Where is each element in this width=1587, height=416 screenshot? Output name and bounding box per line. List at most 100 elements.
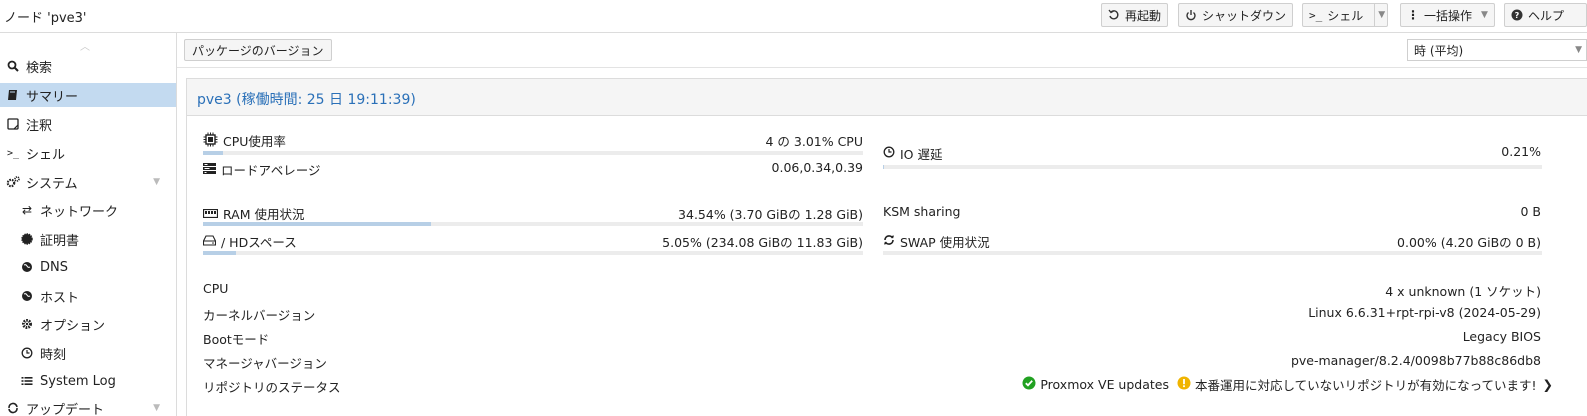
cpu-info-label: CPU [203, 281, 229, 296]
content-toolbar: パッケージのバージョン 時 (平均) ▼ [177, 33, 1587, 68]
main-content: パッケージのバージョン 時 (平均) ▼ pve3 (稼働時間: 25 日 19… [177, 33, 1587, 416]
ksm-sharing-label-text: KSM sharing [883, 204, 961, 219]
timeframe-value: 時 (平均) [1414, 43, 1464, 58]
hd-space-label: / HDスペース [202, 232, 297, 251]
memory-icon [202, 206, 219, 221]
repo-warning-text: 本番運用に対応していないリポジトリが有効になっています! [1195, 378, 1537, 393]
sidebar-item-time[interactable]: 時刻 [0, 341, 176, 365]
gear-icon [20, 317, 34, 331]
reboot-label: 再起動 [1125, 8, 1162, 23]
shutdown-button[interactable]: シャットダウン [1178, 3, 1294, 27]
swap-usage-label-text: SWAP 使用状況 [900, 235, 990, 250]
reboot-button[interactable]: 再起動 [1101, 3, 1169, 27]
cpu-usage-label-text: CPU使用率 [223, 134, 286, 149]
manager-version-label: マネージャバージョン [203, 356, 327, 371]
hd-space-bar-fill [203, 251, 237, 255]
ellipsis-vertical-icon: ⋮ [1407, 8, 1419, 22]
timeframe-select[interactable]: 時 (平均) ▼ [1407, 39, 1587, 61]
check-circle-icon [1022, 376, 1036, 393]
sidebar-item-shell[interactable]: >_ シェル [0, 141, 176, 165]
io-delay-bar-fill [883, 165, 885, 169]
chevron-down-icon: ▼ [1378, 10, 1386, 20]
chevron-down-icon: ▼ [1481, 10, 1488, 20]
sidebar-item-label: 注釈 [26, 118, 53, 134]
sidebar-item-search[interactable]: 検索 [0, 54, 176, 78]
boot-mode-value: Legacy BIOS [1462, 329, 1541, 344]
sidebar-item-label: 時刻 [40, 347, 67, 363]
io-delay-label-text: IO 遅延 [900, 147, 943, 162]
collapse-caret-icon[interactable]: ▼ [153, 177, 160, 187]
sidebar-item-label: サマリー [26, 89, 79, 105]
sidebar-item-label: シェル [26, 147, 66, 163]
sidebar-item-label: システム [26, 176, 78, 192]
sidebar-item-label: ネットワーク [40, 204, 119, 220]
cpu-usage-value: 4 の 3.01% CPU [765, 134, 864, 149]
sidebar-item-updates[interactable]: アップデート ▼ [0, 396, 176, 416]
hd-space-bar [203, 251, 863, 255]
ram-usage-label-text: RAM 使用状況 [223, 207, 305, 222]
io-delay-value: 0.21% [1501, 144, 1541, 159]
package-versions-button[interactable]: パッケージのバージョン [184, 39, 332, 61]
ram-usage-bar-fill [203, 222, 431, 226]
status-panel: pve3 (稼働時間: 25 日 19:11:39) CPU使用率 4 の 3.… [186, 78, 1587, 416]
power-icon [1185, 9, 1197, 21]
sidebar-item-label: アップデート [26, 402, 105, 416]
shell-button[interactable]: >_ シェル ▼ [1302, 3, 1389, 27]
load-average-label-text: ロードアベレージ [221, 163, 321, 178]
collapse-caret-icon[interactable]: ▼ [153, 403, 160, 413]
exchange-icon: ⇄ [21, 203, 33, 217]
sidebar-item-options[interactable]: オプション [0, 312, 176, 336]
certificate-icon [20, 232, 34, 246]
package-versions-label: パッケージのバージョン [192, 43, 324, 58]
load-average-label: ロードアベレージ [203, 160, 321, 179]
shell-label: シェル [1327, 8, 1364, 23]
shutdown-label: シャットダウン [1202, 8, 1287, 23]
sidebar-item-system[interactable]: システム ▼ [0, 170, 176, 194]
clock-icon [883, 146, 895, 161]
sidebar-item-label: DNS [40, 259, 68, 275]
node-title: ノード 'pve3' [4, 11, 87, 26]
scroll-up-icon[interactable]: ︿ [80, 38, 90, 53]
refresh-icon [883, 234, 895, 249]
sidebar-item-certificates[interactable]: 証明書 [0, 227, 176, 251]
book-icon [6, 88, 20, 102]
shell-dropdown-toggle[interactable]: ▼ [1374, 4, 1385, 26]
status-panel-header: pve3 (稼働時間: 25 日 19:11:39) [187, 79, 1587, 116]
manager-version-value: pve-manager/8.2.4/0098b77b88c86db8 [1290, 353, 1541, 368]
swap-usage-label: SWAP 使用状況 [883, 232, 990, 251]
list-icon [20, 374, 34, 388]
sidebar-item-system-log[interactable]: System Log [0, 369, 176, 393]
bulk-actions-button[interactable]: ⋮ 一括操作 ▼ [1400, 3, 1495, 27]
ram-usage-value: 34.54% (3.70 GiBの 1.28 GiB) [678, 207, 863, 222]
help-button[interactable]: ? ヘルプ [1504, 3, 1587, 27]
cpu-usage-label: CPU使用率 [203, 131, 286, 150]
kernel-version-value: Linux 6.6.31+rpt-rpi-v8 (2024-05-29) [1308, 305, 1541, 320]
terminal-icon: >_ [6, 147, 20, 159]
sidebar-item-network[interactable]: ⇄ ネットワーク [0, 198, 176, 222]
cpu-chip-icon [203, 132, 218, 150]
undo-icon [1108, 9, 1120, 21]
swap-usage-bar [883, 251, 1542, 255]
repo-ok-text: Proxmox VE updates [1040, 377, 1169, 392]
server-tasks-icon [203, 162, 216, 177]
node-sidebar: ︿ 検索 サマリー 注釈 >_ シェル システム ▼ ⇄ ネットワーク 証明書 … [0, 33, 177, 416]
swap-usage-value: 0.00% (4.20 GiBの 0 B) [1397, 235, 1541, 250]
globe-icon [20, 260, 34, 274]
sidebar-item-hosts[interactable]: ホスト [0, 284, 176, 308]
repo-status-label: リポジトリのステータス [203, 380, 341, 395]
kernel-version-label: カーネルバージョン [203, 308, 316, 323]
ksm-sharing-value: 0 B [1520, 204, 1541, 219]
clock-icon [20, 346, 34, 360]
sidebar-item-label: 証明書 [40, 233, 80, 249]
ram-usage-bar [203, 222, 863, 226]
warning-circle-icon [1177, 376, 1191, 393]
question-circle-icon: ? [1511, 9, 1523, 21]
chevron-right-icon: ❯ [1542, 377, 1553, 392]
cpu-usage-bar-fill [203, 151, 223, 155]
gears-icon [6, 175, 20, 189]
sidebar-item-notes[interactable]: 注釈 [0, 112, 176, 136]
terminal-icon: >_ [1309, 8, 1323, 22]
repo-status-value[interactable]: Proxmox VE updates 本番運用に対応していないリポジトリが有効に… [1022, 375, 1553, 394]
sidebar-item-dns[interactable]: DNS [0, 255, 176, 279]
sidebar-item-summary[interactable]: サマリー [0, 83, 176, 107]
